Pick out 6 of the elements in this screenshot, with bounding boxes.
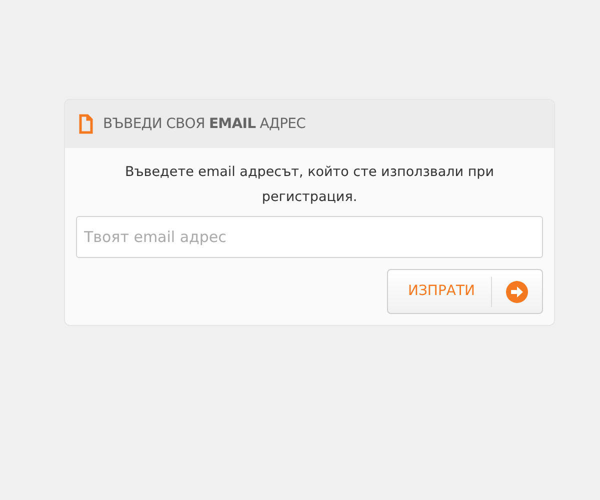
- card-title: ВЪВЕДИ СВОЯ EMAIL АДРЕС: [103, 114, 306, 134]
- document-icon: [79, 114, 93, 134]
- email-field[interactable]: Твоят email адрес: [76, 216, 543, 258]
- arrow-right-icon: [505, 280, 529, 304]
- submit-button[interactable]: ИЗПРАТИ: [387, 269, 543, 314]
- instructions-text: Въведете email адресът, който сте използвали при регистрация.: [124, 163, 495, 207]
